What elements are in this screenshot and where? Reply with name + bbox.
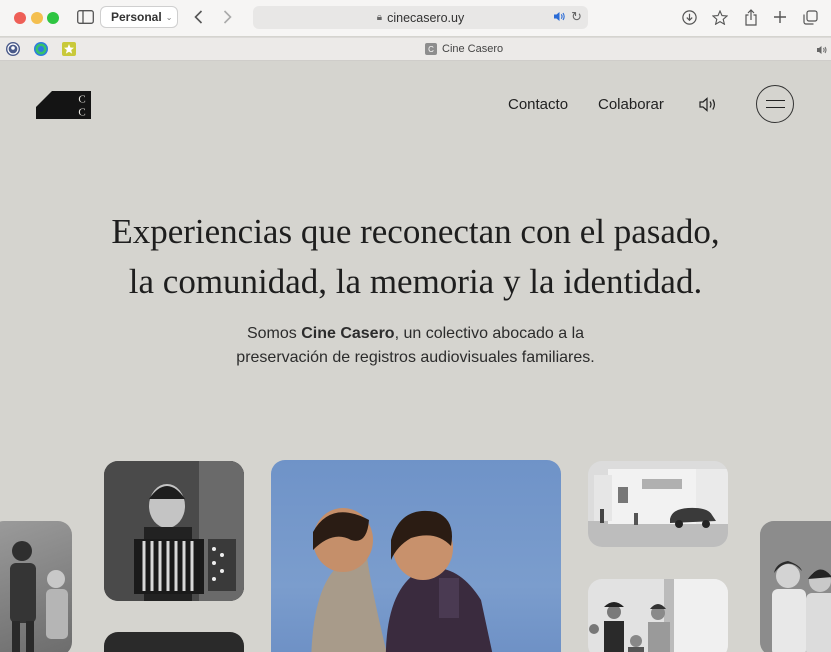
hamburger-menu-button[interactable]: [756, 85, 794, 123]
nav-collaborate-link[interactable]: Colaborar: [598, 96, 664, 113]
intro-line-2: preservación de registros audiovisuales …: [236, 349, 595, 366]
menu-line-icon: [766, 107, 785, 109]
downloads-icon[interactable]: [681, 9, 697, 25]
gallery-photo-children-color: [271, 460, 561, 652]
gallery-photo-children-left: [0, 521, 72, 652]
intro-line-1: Somos Cine Casero, un colectivo abocado …: [0, 322, 831, 346]
tab-favicon-icon: C: [425, 43, 437, 55]
intro-brand-name: Cine Casero: [301, 325, 395, 342]
pinned-tab-1-icon[interactable]: [6, 42, 20, 56]
back-button[interactable]: [191, 9, 205, 25]
logo-letter-c-bottom: C: [78, 107, 85, 119]
tab-title: Cine Casero: [442, 43, 504, 55]
logo-letter-c-top: C: [78, 94, 85, 106]
zoom-window-button[interactable]: [47, 12, 59, 24]
headline-line-2: la comunidad, la memoria y la identidad.: [128, 262, 703, 301]
tab-overview-icon[interactable]: [802, 9, 818, 25]
profile-selector[interactable]: Personal ⌄: [100, 6, 178, 28]
headline-line-1: Experiencias que reconectan con el pasad…: [111, 212, 720, 251]
address-bar[interactable]: 🔒︎ cinecasero.uy ↻: [253, 6, 588, 29]
gallery-photo-accordion-player: [104, 461, 244, 601]
lock-icon: 🔒︎: [376, 12, 383, 23]
browser-toolbar: Personal ⌄ 🔒︎ cinecasero.uy ↻: [0, 0, 831, 36]
tab-bar: C Cine Casero: [0, 37, 831, 61]
cine-casero-logo[interactable]: C C: [36, 91, 91, 119]
nav-contact-link[interactable]: Contacto: [508, 96, 568, 113]
bookmark-star-icon[interactable]: [712, 9, 728, 25]
tab-audio-icon[interactable]: [816, 43, 828, 61]
menu-line-icon: [766, 100, 785, 102]
gallery-photo-family-group: [588, 579, 728, 652]
pinned-tab-2-icon[interactable]: [34, 42, 48, 56]
gallery-photo-women: [760, 521, 831, 652]
new-tab-plus-icon[interactable]: [772, 9, 788, 25]
close-window-button[interactable]: [14, 12, 26, 24]
chevron-down-icon: ⌄: [165, 12, 173, 22]
url-text: cinecasero.uy: [387, 10, 465, 25]
audio-playing-icon[interactable]: [553, 10, 566, 26]
profile-label: Personal: [111, 10, 162, 24]
forward-button[interactable]: [220, 9, 234, 25]
hero-headline: Experiencias que reconectan con el pasad…: [0, 207, 831, 307]
share-icon[interactable]: [743, 8, 759, 26]
reload-icon[interactable]: ↻: [571, 9, 582, 25]
active-tab[interactable]: C Cine Casero: [425, 43, 503, 55]
chevron-left-icon: [193, 10, 202, 24]
intro-text-before: Somos: [246, 325, 302, 342]
chevron-right-icon: [223, 10, 232, 24]
website: C C Contacto Colaborar Experiencias que …: [0, 62, 831, 652]
pinned-tab-3-icon[interactable]: [62, 42, 76, 56]
minimize-window-button[interactable]: [31, 12, 43, 24]
hero-intro: Somos Cine Casero, un colectivo abocado …: [0, 322, 831, 370]
gallery-photo-house-car: [588, 461, 728, 547]
sidebar-icon[interactable]: [76, 9, 94, 25]
intro-text-after: , un colectivo abocado a la: [394, 325, 585, 342]
gallery-photo-dark-bottom: [104, 632, 244, 652]
sound-toggle-icon[interactable]: [699, 97, 718, 117]
